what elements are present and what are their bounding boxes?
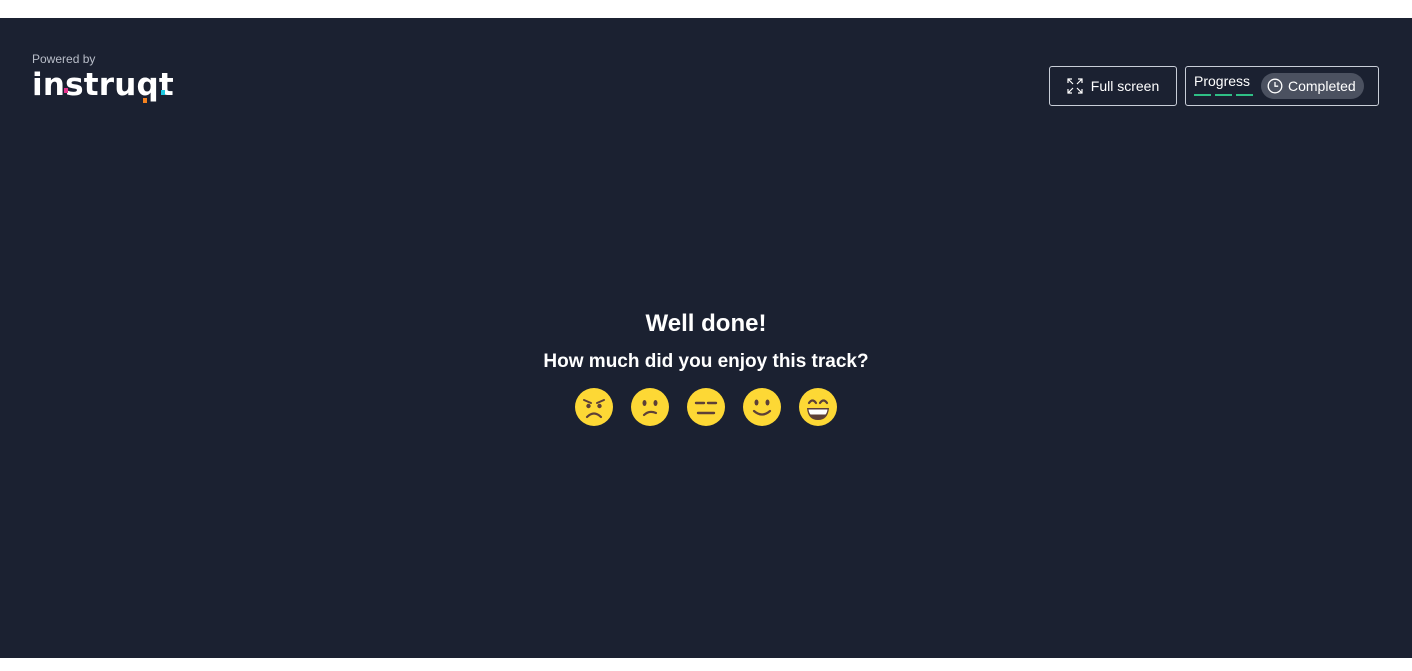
progress-label: Progress — [1194, 73, 1251, 89]
rating-question: How much did you enjoy this track? — [543, 351, 869, 372]
progress-step — [1215, 94, 1232, 96]
logo-accent-cyan — [161, 90, 165, 95]
page-title: Well done! — [645, 310, 767, 337]
progress-summary: Progress — [1194, 67, 1253, 105]
logo-accent-orange — [143, 98, 147, 103]
status-badge: Completed — [1261, 73, 1364, 99]
confused-face-icon[interactable] — [631, 388, 669, 426]
angry-face-icon[interactable] — [575, 388, 613, 426]
progress-step — [1194, 94, 1211, 96]
brand: Powered by instruqt — [32, 52, 174, 103]
powered-by-label: Powered by — [32, 52, 96, 66]
instruqt-logo: instruqt — [32, 67, 174, 103]
expand-icon — [1067, 78, 1083, 94]
progress-indicator[interactable]: Progress Completed — [1185, 66, 1379, 106]
neutral-face-icon[interactable] — [687, 388, 725, 426]
completion-panel: Well done! How much did you enjoy this t… — [0, 310, 1412, 426]
status-label: Completed — [1288, 78, 1356, 94]
progress-steps — [1194, 94, 1253, 96]
progress-step — [1236, 94, 1253, 96]
fullscreen-label: Full screen — [1090, 78, 1160, 94]
clock-icon — [1267, 78, 1283, 94]
rating-options — [0, 388, 1412, 426]
slightly-smiling-face-icon[interactable] — [743, 388, 781, 426]
fullscreen-button[interactable]: Full screen — [1049, 66, 1177, 106]
logo-text: instruqt — [32, 67, 174, 103]
grinning-face-icon[interactable] — [799, 388, 837, 426]
app-window: Powered by instruqt Full screen Progress — [0, 18, 1412, 658]
top-toolbar: Full screen Progress Completed — [1049, 66, 1379, 106]
logo-accent-pink — [64, 88, 68, 93]
